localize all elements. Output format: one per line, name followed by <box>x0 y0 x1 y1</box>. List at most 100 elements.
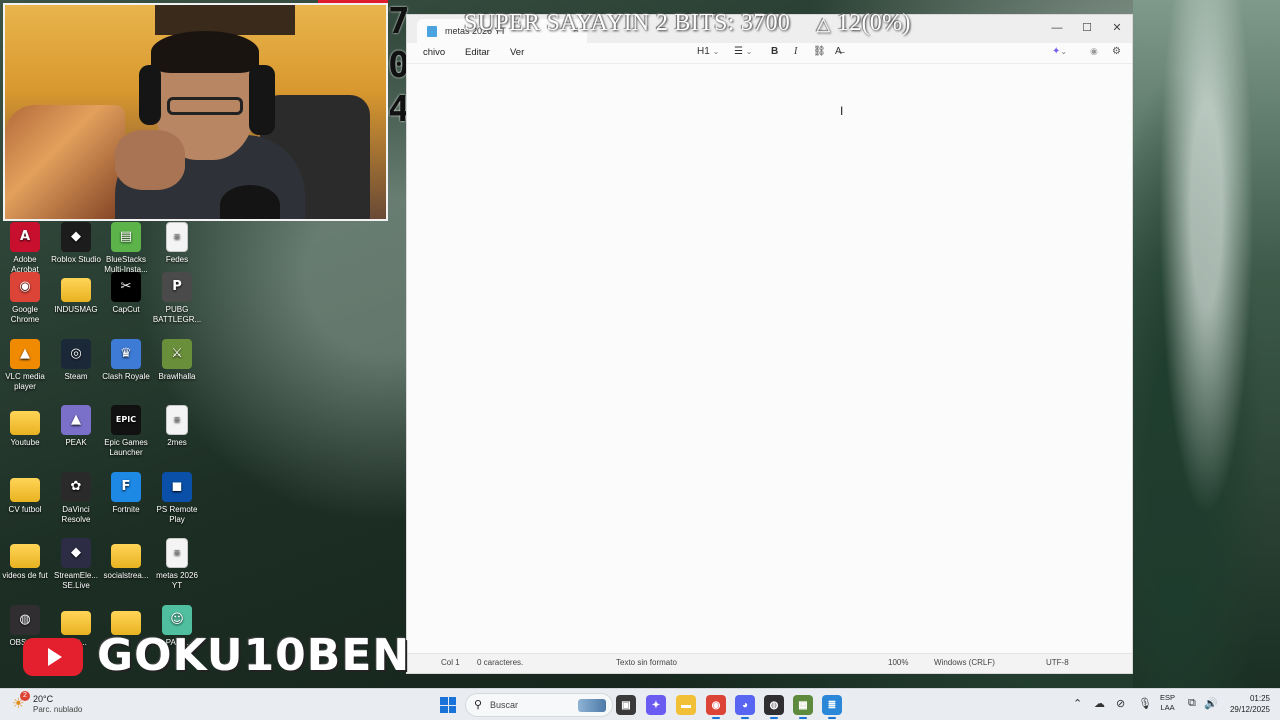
folder-icon <box>61 611 91 635</box>
heading-label: H1 <box>697 46 710 57</box>
volume-icon[interactable]: 🔊 <box>1204 697 1218 710</box>
ps-remote-play-icon: ◼ <box>162 472 192 502</box>
list-button[interactable]: ☰ ⌄ <box>734 46 752 57</box>
desktop-icon-label: 2mes <box>167 438 187 447</box>
running-indicator <box>799 717 807 719</box>
folder-icon <box>111 544 141 568</box>
taskbar-clock[interactable]: 01:25 29/12/2025 <box>1222 693 1270 715</box>
search-highlight-image <box>578 699 606 712</box>
desktop-icon-label: Google Chrome <box>10 305 40 324</box>
menu-editar[interactable]: Editar <box>465 47 490 58</box>
desktop-icon-label: Brawlhalla <box>158 372 196 381</box>
show-hidden-icons[interactable]: ⌃ <box>1073 697 1082 710</box>
account-icon[interactable]: ◉ <box>1090 46 1098 57</box>
desktop-icon-label: PS Remote Play <box>156 505 198 524</box>
cloud-icon[interactable]: ☁ <box>1094 697 1105 710</box>
notepad-menubar: chivo Editar Ver H1 ⌄ ☰ ⌄ B I ⛓ A̶ ✦⌄ ◉ … <box>407 43 1132 63</box>
taskbar-task-view-icon[interactable]: ▣ <box>616 695 636 715</box>
folder-icon <box>10 411 40 435</box>
settings-gear-icon[interactable]: ⚙ <box>1112 46 1121 57</box>
no-location-icon[interactable]: ⊘ <box>1116 697 1125 710</box>
acrobat-icon: A <box>10 222 40 252</box>
youtube-logo-icon <box>23 638 83 676</box>
desktop-icon[interactable]: ♛ Clash Royale <box>101 339 151 382</box>
running-indicator <box>712 717 720 719</box>
minimize-button[interactable]: — <box>1042 15 1072 43</box>
taskbar-chrome-icon[interactable]: ◉ <box>706 695 726 715</box>
clear-formatting-icon[interactable]: A̶ <box>835 46 842 57</box>
obs-icon: ◍ <box>10 605 40 635</box>
taskbar-obs-icon[interactable]: ◍ <box>764 695 784 715</box>
taskbar-file-explorer-icon[interactable]: ▬ <box>676 695 696 715</box>
desktop-icon[interactable]: ◼ PS Remote Play <box>152 472 202 525</box>
start-button[interactable] <box>440 697 456 713</box>
desktop-icon[interactable]: P PUBG BATTLEGR... <box>152 272 202 325</box>
desktop-icon[interactable]: EPIC Epic Games Launcher <box>101 405 151 458</box>
search-placeholder: Buscar <box>490 700 519 710</box>
desktop-icon[interactable]: F Fortnite <box>101 472 151 515</box>
desktop-icon[interactable]: ▲ PEAK <box>51 405 101 448</box>
desktop-icon[interactable]: ◉ Google Chrome <box>0 272 50 325</box>
status-line-ending[interactable]: Windows (CRLF) <box>934 658 995 667</box>
desktop-icon[interactable]: INDUSMAG <box>51 272 101 315</box>
status-encoding[interactable]: UTF-8 <box>1046 658 1069 667</box>
desktop-icon-label: metas 2026 YT <box>156 571 198 590</box>
taskbar-search[interactable]: ⚲ Buscar <box>465 693 613 717</box>
taskbar-notepad-icon[interactable]: ≣ <box>822 695 842 715</box>
lang-code: ESP <box>1160 693 1176 702</box>
wallpaper-wave <box>1133 0 1280 688</box>
desktop-icon[interactable]: ≡ 2mes <box>152 405 202 448</box>
desktop-icon[interactable]: ⚔ Brawlhalla <box>152 339 202 382</box>
desktop-icon[interactable]: ▤ BlueStacks Multi-Insta... <box>101 222 151 275</box>
status-zoom[interactable]: 100% <box>888 658 908 667</box>
menu-archivo[interactable]: chivo <box>423 47 445 58</box>
headphones-left <box>139 65 161 125</box>
menu-ver[interactable]: Ver <box>510 47 524 58</box>
weather-widget[interactable]: ☀ 2 20°C Parc. nublado <box>12 691 102 717</box>
desktop-icon[interactable]: socialstrea... <box>101 538 151 581</box>
microphone-icon[interactable]: 🎙 <box>1138 697 1152 710</box>
taskview-icon[interactable]: ⧉ <box>1188 697 1196 710</box>
desktop-icon[interactable]: ◆ StreamEle... SE.Live <box>51 538 101 591</box>
close-button[interactable]: ✕ <box>1102 15 1132 43</box>
desktop-icon[interactable]: A Adobe Acrobat <box>0 222 50 275</box>
notepad-window[interactable]: metas 2026 YT × — ☐ ✕ chivo Editar Ver H… <box>406 14 1133 674</box>
windows-logo-icon <box>448 705 456 713</box>
weather-temp: 20°C <box>33 694 54 704</box>
vlc-icon: ▲ <box>10 339 40 369</box>
status-format[interactable]: Texto sin formato <box>616 658 677 667</box>
taskbar-minecraft-icon[interactable]: ▦ <box>793 695 813 715</box>
text-cursor-icon: I <box>840 104 844 118</box>
taskbar-discord-icon[interactable]: ◕ <box>735 695 755 715</box>
warning-triangle-icon: △ <box>816 14 831 34</box>
desktop-icon[interactable]: videos de fut <box>0 538 50 581</box>
desktop-icon[interactable]: ✂ CapCut <box>101 272 151 315</box>
desktop-icon[interactable]: ≡ Fedes <box>152 222 202 265</box>
desktop-icon[interactable]: ≡ metas 2026 YT <box>152 538 202 591</box>
maximize-button[interactable]: ☐ <box>1072 15 1102 43</box>
copilot-icon[interactable]: ✦⌄ <box>1052 46 1067 57</box>
desktop-icon[interactable]: ▲ VLC media player <box>0 339 50 392</box>
document-icon: ≡ <box>166 538 188 568</box>
italic-button[interactable]: I <box>794 46 797 57</box>
windows-logo-icon <box>440 697 448 705</box>
language-indicator[interactable]: ESP LAA <box>1160 693 1175 713</box>
desktop-icon-label: Epic Games Launcher <box>104 438 148 457</box>
document-icon: ≡ <box>166 222 188 252</box>
desktop-icon[interactable]: ◆ Roblox Studio <box>51 222 101 265</box>
desktop-icon[interactable]: ✿ DaVinci Resolve <box>51 472 101 525</box>
taskbar: ☀ 2 20°C Parc. nublado ⚲ Buscar ▣ ✦ ▬ ◉ ◕ ◍ ▦ ≣… <box>0 688 1280 720</box>
bold-button[interactable]: B <box>771 46 778 57</box>
desktop-icon[interactable]: CV futbol <box>0 472 50 515</box>
desktop-icon[interactable]: ◎ Steam <box>51 339 101 382</box>
desktop-icon[interactable]: Youtube <box>0 405 50 448</box>
desktop-icon-label: CV futbol <box>8 505 42 514</box>
heading-button[interactable]: H1 ⌄ <box>697 46 719 57</box>
webcam-feed <box>3 3 388 221</box>
desktop-icon-label: Roblox Studio <box>51 255 101 264</box>
status-position: Col 1 <box>441 658 460 667</box>
status-char-count: 0 caracteres. <box>477 658 524 667</box>
link-icon[interactable]: ⛓ <box>813 46 826 57</box>
taskbar-copilot-icon[interactable]: ✦ <box>646 695 666 715</box>
notepad-editor[interactable]: I <box>407 63 1132 655</box>
